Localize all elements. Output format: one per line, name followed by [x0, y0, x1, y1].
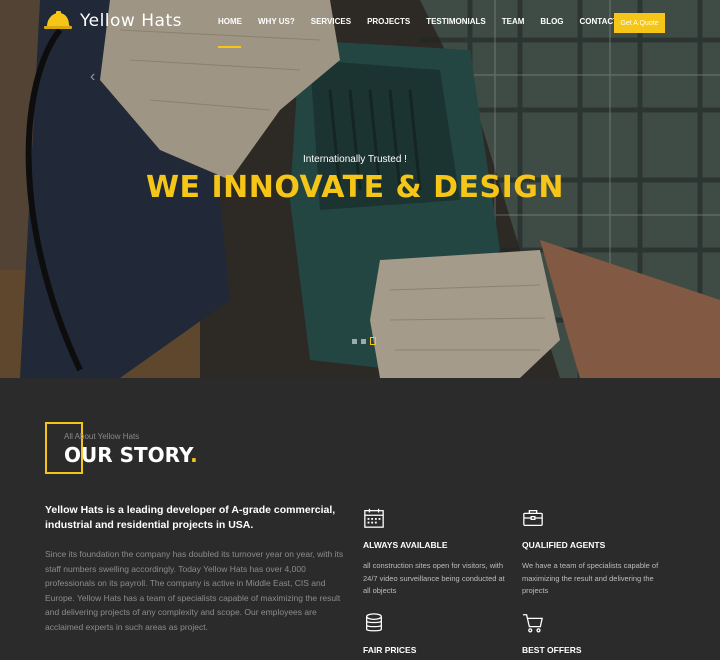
- briefcase-icon: [523, 510, 543, 526]
- feature-description: all construction sites open for visitors…: [363, 561, 505, 595]
- cart-icon: [522, 614, 543, 633]
- story-body: Since its foundation the company has dou…: [45, 549, 344, 632]
- slider-pagination: [352, 337, 376, 345]
- nav-item-services[interactable]: SERVICES: [311, 17, 351, 26]
- slider-dot[interactable]: [361, 338, 366, 344]
- feature-description: We have a team of specialists capable of…: [522, 561, 659, 595]
- feature-always-available: ALWAYS AVAILABLE all construction sites …: [363, 507, 513, 598]
- section-eyebrow: All About Yellow Hats: [64, 432, 140, 441]
- get-a-quote-button[interactable]: Get A Quote: [614, 13, 665, 33]
- nav-item-contact[interactable]: CONTACT: [580, 17, 619, 26]
- section-title-dot: .: [190, 443, 198, 467]
- brand-name: Yellow Hats: [80, 11, 182, 31]
- hard-hat-icon: [44, 11, 72, 29]
- feature-title: FAIR PRICES: [363, 645, 417, 655]
- coins-icon: [366, 613, 382, 632]
- chevron-left-icon[interactable]: ‹: [90, 68, 95, 86]
- feature-title: ALWAYS AVAILABLE: [363, 540, 448, 550]
- feature-title: QUALIFIED AGENTS: [522, 540, 606, 550]
- nav-item-why-us[interactable]: WHY US?: [258, 17, 295, 26]
- brand-logo[interactable]: Yellow Hats: [44, 10, 182, 32]
- nav-item-team[interactable]: TEAM: [502, 17, 525, 26]
- main-navigation: HOME WHY US? SERVICES PROJECTS TESTIMONI…: [218, 17, 619, 48]
- section-title: OUR STORY.: [64, 443, 198, 467]
- calendar-icon: [364, 508, 384, 528]
- feature-fair-prices: FAIR PRICES: [363, 612, 513, 655]
- feature-qualified-agents: QUALIFIED AGENTS We have a team of speci…: [522, 507, 672, 598]
- slider-dot[interactable]: [352, 338, 357, 344]
- feature-best-offers: BEST OFFERS: [522, 612, 672, 655]
- section-title-text: OUR STORY: [64, 443, 191, 467]
- hero-title: WE INNOVATE & DESIGN: [145, 170, 565, 205]
- nav-item-testimonials[interactable]: TESTIMONIALS: [426, 17, 486, 26]
- hero-slider: Yellow Hats HOME WHY US? SERVICES PROJEC…: [0, 0, 720, 378]
- hero-eyebrow: Internationally Trusted !: [303, 154, 407, 165]
- nav-item-projects[interactable]: PROJECTS: [367, 17, 410, 26]
- nav-item-home[interactable]: HOME: [218, 17, 242, 48]
- story-lead: Yellow Hats is a leading developer of A-…: [45, 504, 336, 531]
- feature-title: BEST OFFERS: [522, 645, 582, 655]
- slider-dot-active[interactable]: [370, 337, 376, 345]
- nav-item-blog[interactable]: BLOG: [540, 17, 563, 26]
